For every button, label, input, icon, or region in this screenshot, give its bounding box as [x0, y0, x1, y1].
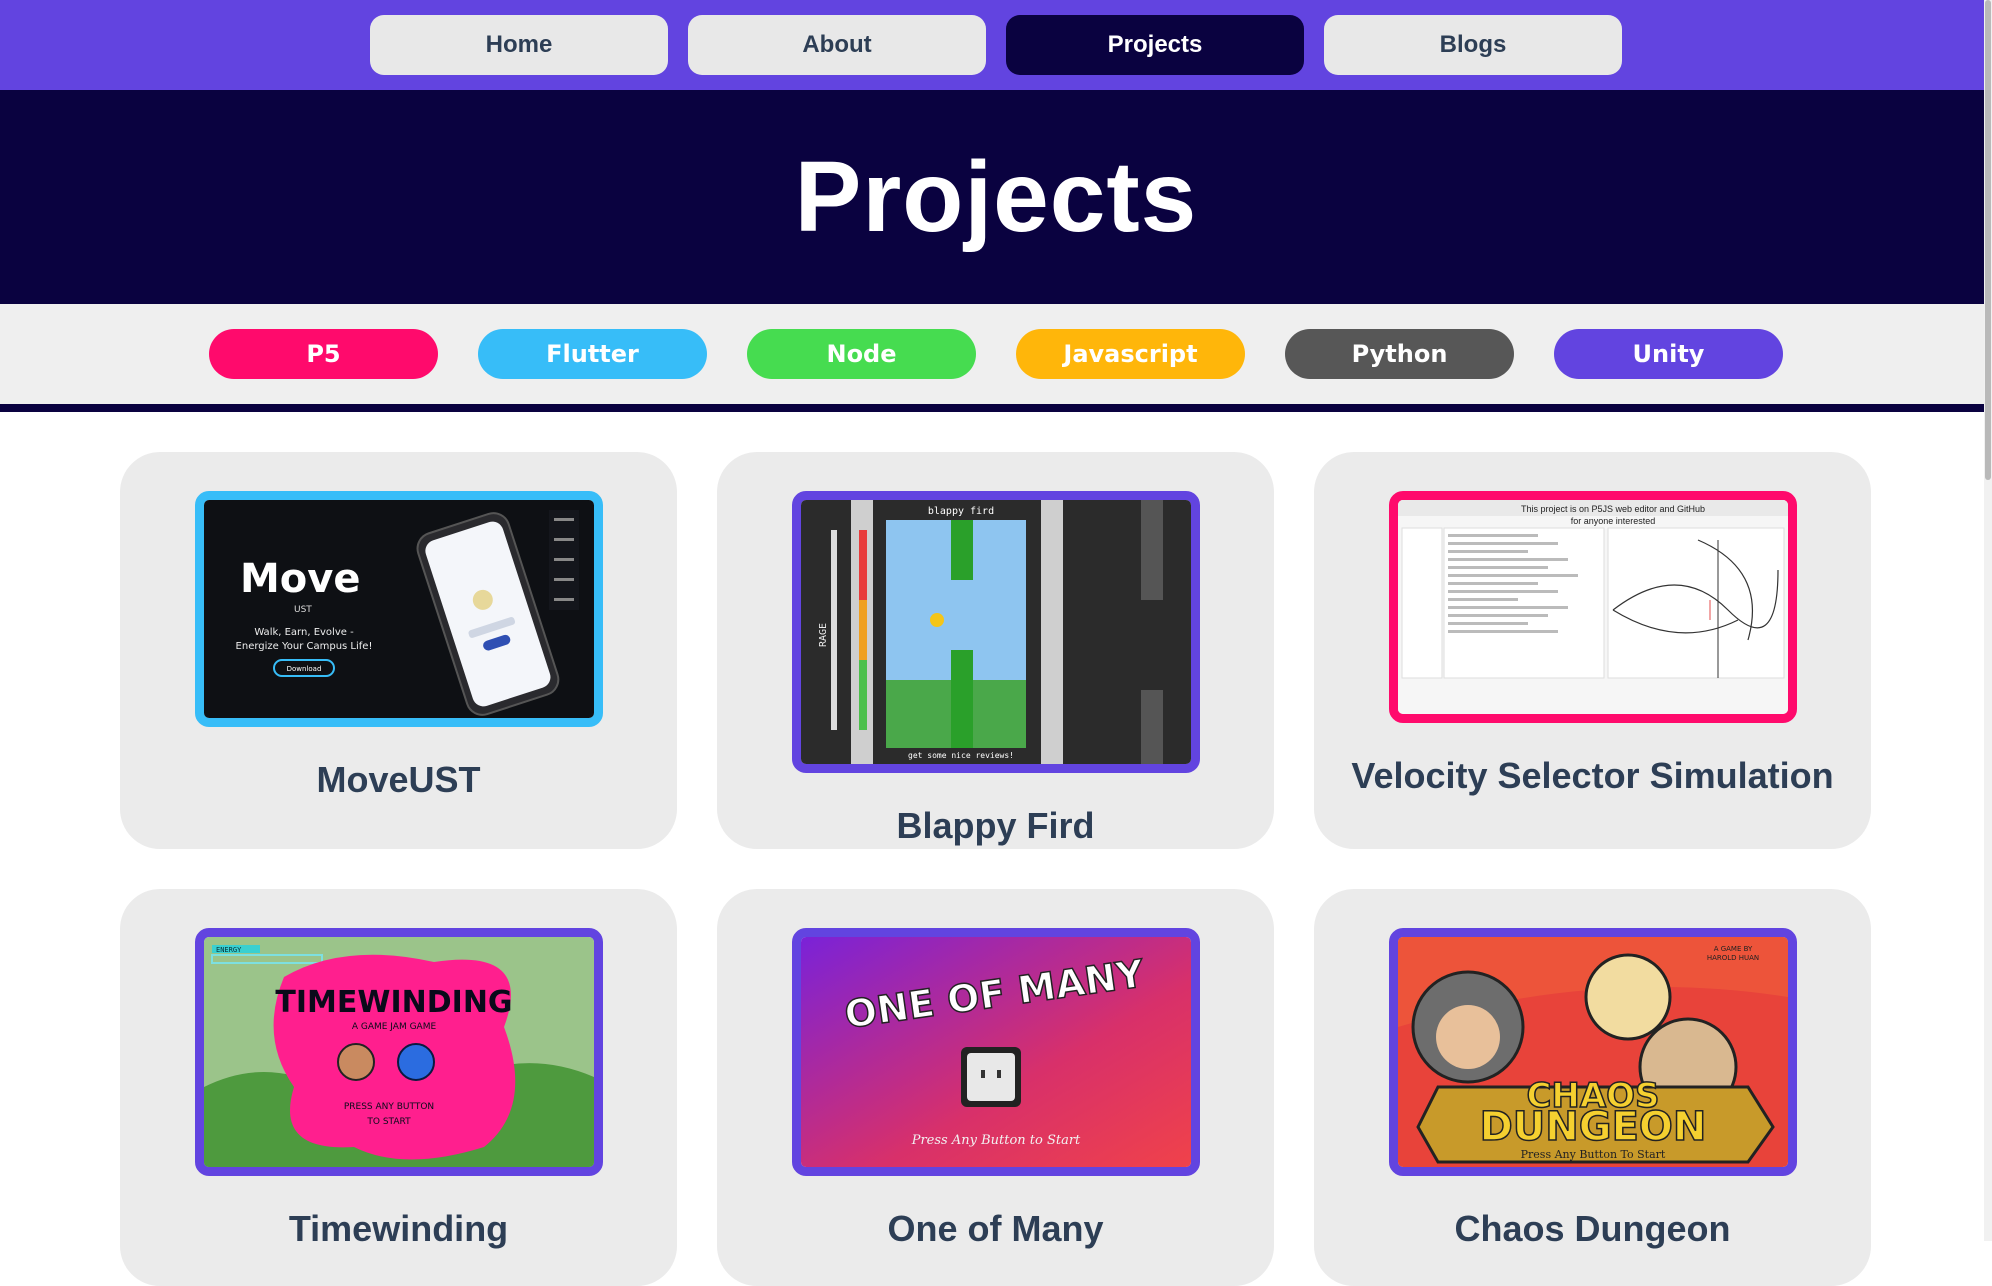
svg-text:blappy fird: blappy fird — [927, 506, 993, 517]
project-title[interactable]: Timewinding — [289, 1208, 508, 1250]
svg-text:ENERGY: ENERGY — [216, 946, 242, 954]
filter-node-button[interactable]: Node — [747, 329, 976, 379]
project-card-moveust[interactable]: Move UST Walk, Earn, Evolve - Energize Y… — [120, 452, 677, 849]
project-title[interactable]: Blappy Fird — [896, 805, 1094, 847]
project-card-blappy-fird[interactable]: RAGE blappy fird get some nice reviews! … — [717, 452, 1274, 849]
project-title[interactable]: One of Many — [887, 1208, 1103, 1250]
hero-banner: Projects — [0, 90, 1992, 304]
moveust-logo-text: Move — [240, 556, 361, 602]
nav-home-button[interactable]: Home — [370, 15, 668, 75]
project-card-one-of-many[interactable]: ONE OF MANY Press Any Button to Start On… — [717, 889, 1274, 1286]
project-card-chaos-dungeon[interactable]: A GAME BY HAROLD HUAN CHAOS DUNGEON Pres… — [1314, 889, 1871, 1286]
svg-text:Press Any Button to Start: Press Any Button to Start — [910, 1133, 1080, 1148]
nav-about-button[interactable]: About — [688, 15, 986, 75]
filter-p5-button[interactable]: P5 — [209, 329, 438, 379]
project-thumbnail: Move UST Walk, Earn, Evolve - Energize Y… — [194, 491, 603, 727]
project-title[interactable]: MoveUST — [316, 759, 480, 801]
filter-unity-button[interactable]: Unity — [1554, 329, 1783, 379]
svg-text:UST: UST — [294, 605, 312, 615]
project-thumbnail: ONE OF MANY Press Any Button to Start — [791, 928, 1200, 1176]
filter-javascript-button[interactable]: Javascript — [1016, 329, 1245, 379]
project-card-timewinding[interactable]: ENERGY TIMEWINDING A GAME JAM GAME PRESS… — [120, 889, 677, 1286]
project-thumbnail: ENERGY TIMEWINDING A GAME JAM GAME PRESS… — [194, 928, 603, 1176]
svg-text:RAGE: RAGE — [818, 623, 829, 647]
project-card-velocity-selector[interactable]: This project is on P5JS web editor and G… — [1314, 452, 1871, 849]
nav-blogs-button[interactable]: Blogs — [1324, 15, 1622, 75]
scrollbar-thumb[interactable] — [1985, 0, 1991, 480]
project-thumbnail: RAGE blappy fird get some nice reviews! — [791, 491, 1200, 773]
svg-text:PRESS ANY BUTTON: PRESS ANY BUTTON — [343, 1102, 433, 1112]
svg-text:HAROLD HUAN: HAROLD HUAN — [1706, 954, 1758, 962]
page-scrollbar[interactable] — [1984, 0, 1992, 1241]
filter-bar: P5 Flutter Node Javascript Python Unity — [0, 304, 1992, 412]
project-thumbnail: This project is on P5JS web editor and G… — [1388, 491, 1797, 723]
svg-text:for anyone interested: for anyone interested — [1570, 516, 1655, 526]
svg-text:TIMEWINDING: TIMEWINDING — [275, 985, 512, 1020]
project-thumbnail: A GAME BY HAROLD HUAN CHAOS DUNGEON Pres… — [1388, 928, 1797, 1176]
svg-text:DUNGEON: DUNGEON — [1479, 1104, 1706, 1150]
filter-python-button[interactable]: Python — [1285, 329, 1514, 379]
filter-flutter-button[interactable]: Flutter — [478, 329, 707, 379]
svg-text:Energize Your Campus Life!: Energize Your Campus Life! — [235, 641, 372, 652]
project-title[interactable]: Chaos Dungeon — [1455, 1208, 1731, 1250]
page-title: Projects — [794, 140, 1198, 253]
svg-text:A GAME JAM GAME: A GAME JAM GAME — [351, 1022, 436, 1032]
svg-text:Download: Download — [286, 665, 321, 673]
top-nav: Home About Projects Blogs — [0, 0, 1992, 90]
svg-text:TO START: TO START — [366, 1117, 411, 1127]
svg-text:get some nice reviews!: get some nice reviews! — [908, 751, 1014, 760]
svg-text:A GAME BY: A GAME BY — [1713, 945, 1752, 953]
svg-text:Walk, Earn, Evolve -: Walk, Earn, Evolve - — [254, 627, 354, 638]
nav-projects-button[interactable]: Projects — [1006, 15, 1304, 75]
project-grid: Move UST Walk, Earn, Evolve - Energize Y… — [0, 412, 1992, 1286]
project-title[interactable]: Velocity Selector Simulation — [1351, 755, 1833, 797]
svg-text:This project is on P5JS web ed: This project is on P5JS web editor and G… — [1520, 504, 1704, 514]
svg-text:Press Any Button To Start: Press Any Button To Start — [1520, 1148, 1665, 1161]
